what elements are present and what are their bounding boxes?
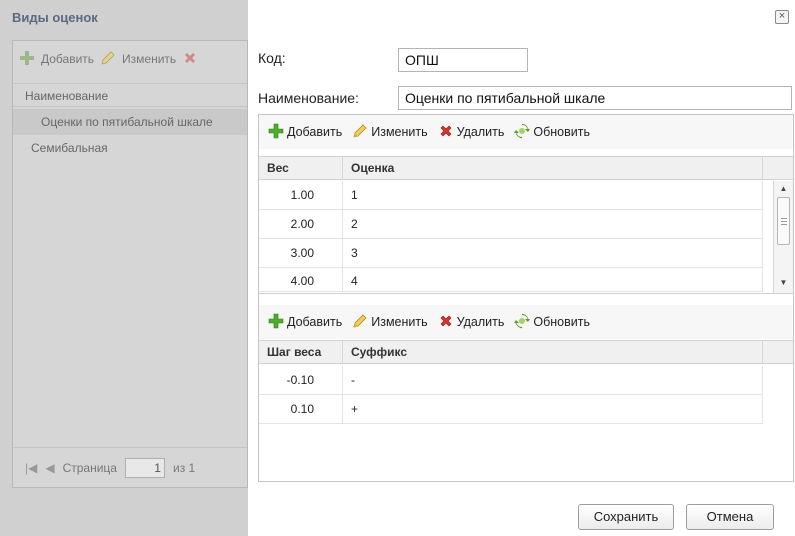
- suffix-cell: +: [343, 395, 763, 423]
- weight-column-header[interactable]: Вес: [259, 157, 343, 179]
- page-number-input: [124, 457, 165, 478]
- table-row[interactable]: 4.00 4: [259, 268, 763, 292]
- grades-edit-label: Изменить: [371, 125, 428, 139]
- grade-cell: 3: [343, 239, 763, 267]
- first-page-icon: |◀: [25, 460, 38, 475]
- add-plus-icon: [268, 313, 284, 332]
- name-label: Наименование:: [258, 90, 359, 106]
- grades-refresh-button[interactable]: Обновить: [511, 123, 593, 142]
- weight-step-cell: -0.10: [259, 366, 343, 394]
- close-icon[interactable]: ×: [775, 10, 789, 24]
- green-refresh-icon: [514, 313, 531, 332]
- weight-step-column-header[interactable]: Шаг веса: [259, 341, 343, 363]
- weight-step-cell: 0.10: [259, 395, 343, 423]
- scroll-thumb[interactable]: [777, 197, 790, 245]
- code-label: Код:: [258, 50, 286, 66]
- red-x-icon: [438, 123, 454, 142]
- table-row[interactable]: 3.00 3: [259, 239, 763, 268]
- grade-cell: 4: [343, 268, 763, 291]
- weight-cell: 4.00: [259, 268, 343, 291]
- table-row[interactable]: 1.00 1: [259, 181, 763, 210]
- scroll-down-icon[interactable]: ▼: [774, 275, 793, 291]
- weight-cell: 2.00: [259, 210, 343, 238]
- suffix-edit-label: Изменить: [371, 315, 428, 329]
- edit-grade-dialog: × Код: Наименование: Добавить Изменить У…: [248, 0, 795, 536]
- table-row[interactable]: -0.10 -: [259, 366, 763, 395]
- pager-total: из 1: [172, 460, 196, 475]
- red-x-icon: [182, 50, 198, 69]
- scroll-grip: [781, 224, 787, 225]
- code-field[interactable]: [398, 48, 528, 72]
- suffix-delete-button[interactable]: Удалить: [435, 313, 508, 332]
- background-add-button: Добавить: [41, 52, 95, 66]
- grades-scrollbar[interactable]: ▲ ▼: [773, 181, 793, 293]
- grades-delete-label: Удалить: [456, 125, 505, 139]
- cancel-button[interactable]: Отмена: [686, 504, 774, 530]
- background-list-item: Оценки по пятибальной шкале: [13, 109, 247, 135]
- table-row[interactable]: 2.00 2: [259, 210, 763, 239]
- pager-label: Страница: [62, 460, 117, 475]
- grades-add-button[interactable]: Добавить: [265, 123, 345, 142]
- suffix-column-header[interactable]: Суффикс: [343, 341, 763, 363]
- add-plus-icon: [268, 123, 284, 142]
- scroll-up-icon[interactable]: ▲: [774, 181, 793, 197]
- suffix-refresh-button[interactable]: Обновить: [511, 313, 593, 332]
- background-window: Виды оценок Добавить Изменить Наименован…: [0, 0, 248, 536]
- grades-toolbar: Добавить Изменить Удалить Обновить: [259, 115, 793, 149]
- prev-page-icon: ◀: [45, 460, 55, 475]
- weight-cell: 3.00: [259, 239, 343, 267]
- suffix-refresh-label: Обновить: [533, 315, 590, 329]
- background-pager: |◀ ◀ Страница из 1: [13, 447, 247, 487]
- grades-refresh-label: Обновить: [533, 125, 590, 139]
- table-row[interactable]: 0.10 +: [259, 395, 763, 424]
- suffix-toolbar: Добавить Изменить Удалить Обновить: [259, 305, 793, 339]
- background-column-header: Наименование: [13, 83, 247, 107]
- grades-container: Добавить Изменить Удалить Обновить Вес О…: [258, 114, 794, 482]
- pencil-icon: [100, 50, 116, 69]
- grades-add-label: Добавить: [287, 125, 343, 139]
- background-edit-button: Изменить: [122, 52, 177, 66]
- suffix-header: Шаг веса Суффикс: [259, 340, 793, 364]
- grade-cell: 2: [343, 210, 763, 238]
- scroll-grip: [781, 221, 787, 222]
- background-toolbar: Добавить Изменить: [13, 41, 247, 77]
- scroll-grip: [781, 218, 787, 219]
- pencil-icon: [352, 123, 368, 142]
- save-button[interactable]: Сохранить: [578, 504, 674, 530]
- divider: [259, 293, 793, 294]
- suffix-add-label: Добавить: [287, 315, 343, 329]
- add-plus-icon: [19, 50, 35, 69]
- green-refresh-icon: [514, 123, 531, 142]
- suffix-cell: -: [343, 366, 763, 394]
- grade-cell: 1: [343, 181, 763, 209]
- name-field[interactable]: [398, 86, 792, 110]
- background-list-item: Семибальная: [31, 141, 108, 155]
- suffix-add-button[interactable]: Добавить: [265, 313, 345, 332]
- suffix-edit-button[interactable]: Изменить: [349, 313, 430, 332]
- grades-delete-button[interactable]: Удалить: [435, 123, 508, 142]
- grades-header: Вес Оценка: [259, 156, 793, 180]
- background-list-panel: Добавить Изменить Наименование Оценки по…: [12, 40, 248, 488]
- pencil-icon: [352, 313, 368, 332]
- weight-cell: 1.00: [259, 181, 343, 209]
- suffix-delete-label: Удалить: [456, 315, 505, 329]
- grade-column-header[interactable]: Оценка: [343, 157, 763, 179]
- grades-edit-button[interactable]: Изменить: [349, 123, 430, 142]
- background-window-title: Виды оценок: [12, 10, 98, 25]
- red-x-icon: [438, 313, 454, 332]
